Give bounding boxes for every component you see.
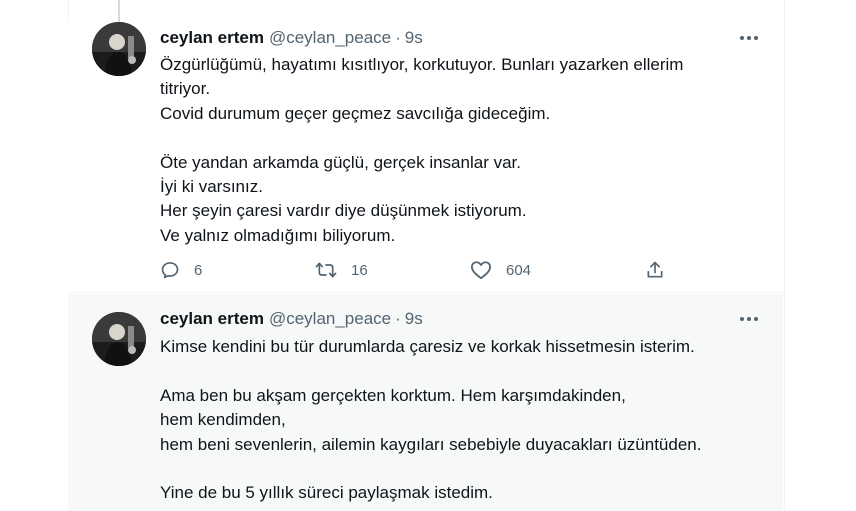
tweet[interactable]: ceylan ertem @ceylan_peace · 9s Özgürlüğ…	[68, 22, 783, 293]
tweet-text-line: Özgürlüğümü, hayatımı kısıtlıyor, korkut…	[160, 55, 684, 74]
tweet-text-line: hem beni sevenlerin, ailemin kaygıları s…	[160, 434, 702, 454]
timestamp[interactable]: 9s	[405, 308, 423, 330]
like-count: 604	[506, 261, 532, 279]
retweet-count: 16	[351, 261, 368, 279]
thread-connector-line	[118, 0, 120, 22]
tweet-text-line	[160, 457, 760, 481]
tweet[interactable]: ceylan ertem @ceylan_peace · 9s Kimse ke…	[68, 294, 783, 511]
heart-icon	[470, 261, 491, 280]
author-name[interactable]: ceylan ertem	[160, 308, 264, 330]
tweet-text-line: hem kendimden,	[160, 410, 286, 430]
separator-dot: ·	[395, 28, 401, 47]
tweet-text: Özgürlüğümü, hayatımı kısıtlıyor, korkut…	[160, 53, 760, 248]
tweet-actions: 6 16 604	[160, 258, 740, 282]
tweet-text-line: Yine de bu 5 yıllık süreci paylaşmak ist…	[160, 483, 493, 503]
tweet-text-line: titriyor.	[160, 79, 211, 99]
avatar[interactable]	[92, 22, 146, 76]
tweet-text: Kimse kendini bu tür durumlarda çaresiz …	[160, 335, 760, 506]
avatar[interactable]	[92, 312, 146, 366]
retweet-icon	[315, 262, 337, 278]
tweet-text-line	[160, 126, 760, 150]
more-horizontal-icon	[740, 317, 758, 321]
timestamp[interactable]: 9s	[405, 27, 423, 49]
reply-count: 6	[194, 261, 203, 279]
tweet-header: ceylan ertem @ceylan_peace · 9s	[160, 27, 423, 49]
tweet-header: ceylan ertem @ceylan_peace · 9s	[160, 308, 423, 330]
more-options-button[interactable]	[737, 26, 761, 50]
tweet-text-line: Ama ben bu akşam gerçekten korktum. Hem …	[160, 385, 626, 405]
reply-icon	[161, 262, 179, 279]
tweet-text-line: Öte yandan arkamda güçlü, gerçek insanla…	[160, 152, 521, 172]
more-options-button[interactable]	[737, 307, 761, 331]
more-horizontal-icon	[740, 36, 758, 40]
tweet-text-line: Kimse kendini bu tür durumlarda çaresiz …	[160, 337, 695, 356]
avatar-photo	[92, 22, 146, 76]
share-button[interactable]	[645, 258, 665, 282]
author-name[interactable]: ceylan ertem	[160, 27, 264, 49]
tweet-text-line	[160, 359, 760, 383]
like-button[interactable]: 604	[470, 258, 531, 282]
tweet-text-line: Ve yalnız olmadığımı biliyorum.	[160, 225, 396, 245]
author-handle[interactable]: @ceylan_peace	[269, 308, 391, 330]
retweet-button[interactable]: 16	[315, 258, 368, 282]
tweet-text-line: İyi ki varsınız.	[160, 177, 263, 197]
reply-button[interactable]: 6	[160, 258, 202, 282]
author-handle[interactable]: @ceylan_peace	[269, 27, 391, 49]
tweet-thread-screenshot: ceylan ertem @ceylan_peace · 9s Özgürlüğ…	[0, 0, 856, 511]
tweet-text-line: Her şeyin çaresi vardır diye düşünmek is…	[160, 201, 527, 221]
avatar-photo	[92, 312, 146, 366]
separator-dot: ·	[395, 309, 401, 328]
tweet-text-line: Covid durumum geçer geçmez savcılığa gid…	[160, 103, 551, 123]
share-icon	[647, 261, 663, 278]
